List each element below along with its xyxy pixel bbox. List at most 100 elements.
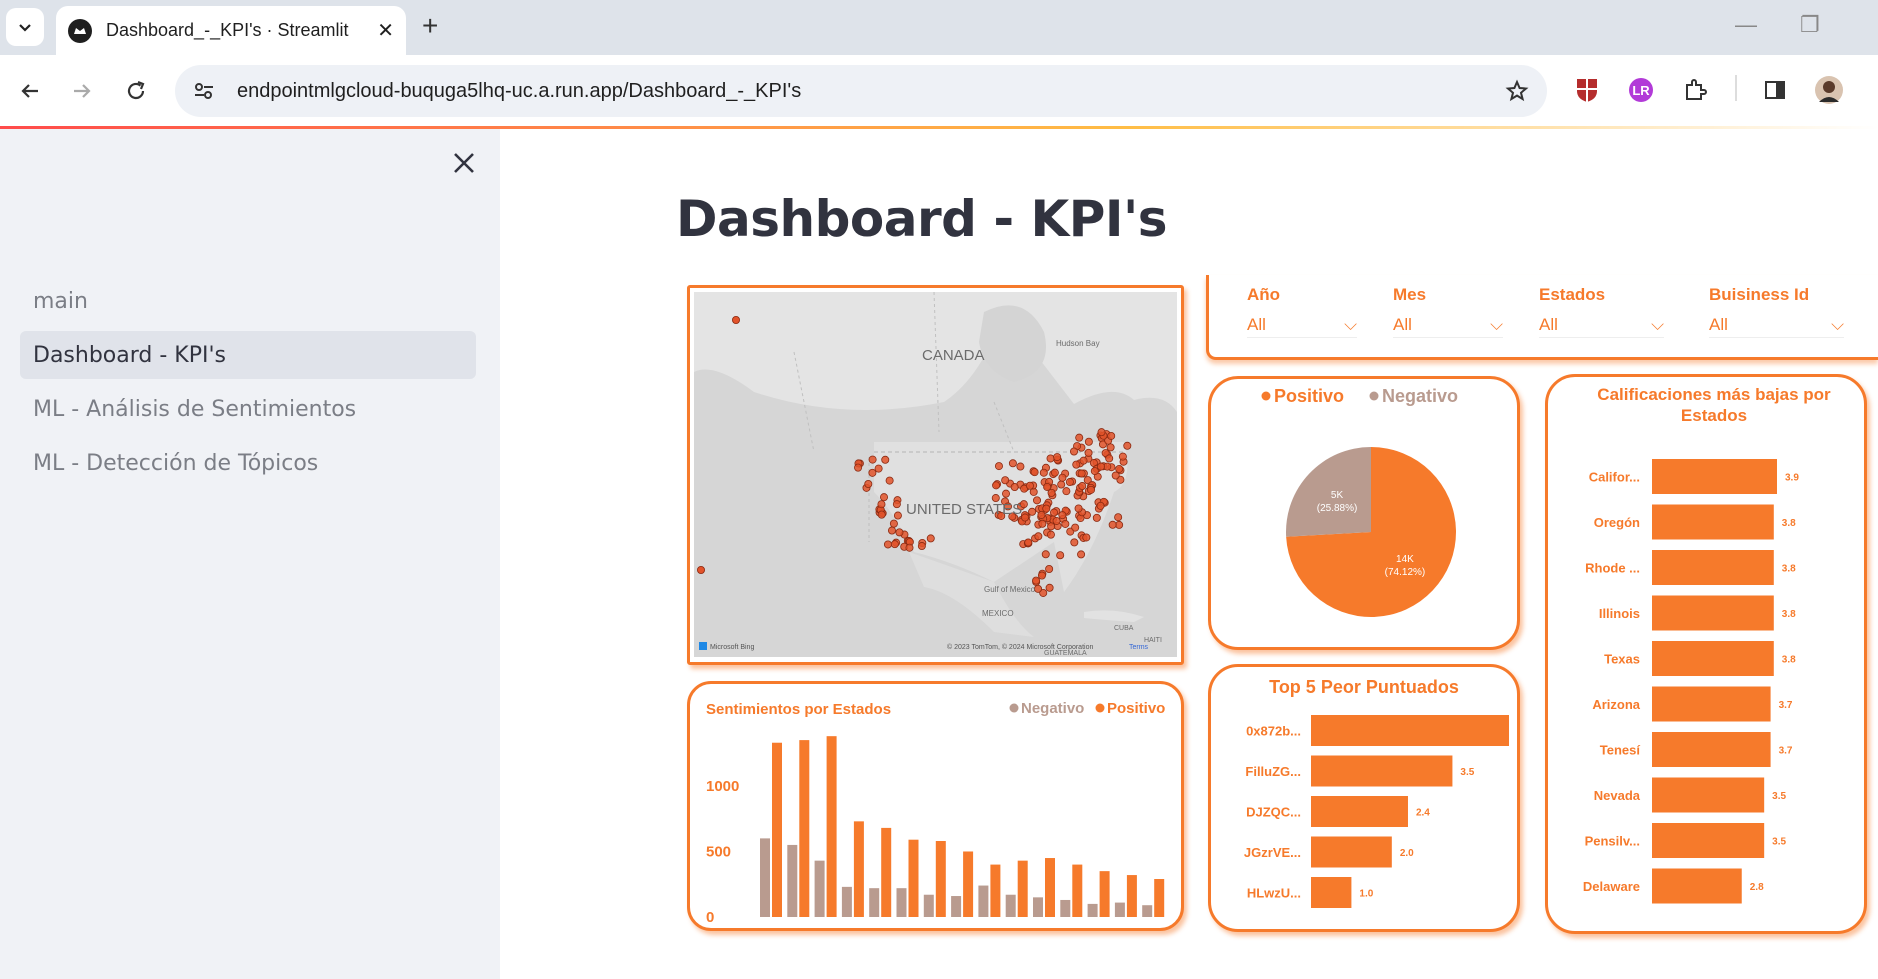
map-point[interactable] — [1070, 447, 1079, 456]
map-point[interactable] — [1045, 565, 1054, 574]
map-point[interactable] — [1030, 468, 1039, 477]
bar-positive[interactable] — [826, 736, 837, 917]
restore-icon[interactable]: ❐ — [1800, 12, 1820, 38]
top5-worst-chart[interactable]: Top 5 Peor Puntuados 0x872b... FilluZG...… — [1211, 667, 1517, 929]
tab-search-button[interactable] — [6, 8, 44, 46]
map-point[interactable] — [1034, 532, 1043, 541]
bar-negative[interactable] — [787, 844, 798, 917]
bar[interactable] — [1311, 796, 1408, 827]
bar-positive[interactable] — [935, 841, 946, 917]
state-select[interactable]: All ⌵ — [1539, 315, 1664, 338]
map-point[interactable] — [1108, 520, 1117, 529]
bar-positive[interactable] — [963, 851, 974, 917]
profile-avatar[interactable] — [1814, 75, 1844, 105]
bar[interactable] — [1311, 755, 1453, 787]
map-point[interactable] — [1041, 550, 1050, 559]
map-point[interactable] — [885, 476, 894, 485]
map-point[interactable] — [1078, 482, 1087, 491]
map-point[interactable] — [877, 500, 886, 509]
map-point[interactable] — [889, 519, 898, 528]
map-point[interactable] — [1033, 496, 1042, 505]
map-point[interactable] — [1105, 454, 1114, 463]
map-point[interactable] — [1028, 507, 1037, 516]
bar-negative[interactable] — [1114, 902, 1125, 917]
bar-positive[interactable] — [1072, 864, 1083, 917]
bar-positive[interactable] — [908, 839, 919, 917]
map-point[interactable] — [1071, 523, 1080, 532]
bar-negative[interactable] — [760, 838, 770, 917]
map-point[interactable] — [1107, 431, 1116, 440]
map-point[interactable] — [890, 540, 899, 549]
map-point[interactable] — [905, 543, 914, 552]
bar[interactable] — [1652, 823, 1765, 858]
bar-negative[interactable] — [1087, 903, 1098, 917]
map-point[interactable] — [1077, 550, 1086, 559]
map-point[interactable] — [1114, 513, 1123, 522]
bar-negative[interactable] — [978, 885, 989, 917]
map-point[interactable] — [864, 479, 873, 488]
bar-negative[interactable] — [1005, 894, 1016, 917]
bar[interactable] — [1652, 504, 1774, 540]
map-point[interactable] — [1046, 530, 1055, 539]
extension-shield-icon[interactable] — [1572, 75, 1602, 105]
map-point[interactable] — [1046, 454, 1055, 463]
back-button[interactable] — [12, 73, 48, 109]
bar-positive[interactable] — [990, 864, 1001, 917]
map-point[interactable] — [917, 542, 926, 551]
map-point[interactable] — [883, 540, 892, 549]
forward-button[interactable] — [64, 73, 100, 109]
year-select[interactable]: All ⌵ — [1247, 315, 1357, 338]
bar-positive[interactable] — [1126, 875, 1137, 917]
bar[interactable] — [1652, 641, 1774, 676]
map-point[interactable] — [1118, 452, 1127, 461]
map-point[interactable] — [880, 493, 889, 502]
minimize-icon[interactable]: — — [1735, 12, 1757, 38]
map-point[interactable] — [1075, 433, 1084, 442]
map-point[interactable] — [1038, 519, 1047, 528]
bar-negative[interactable] — [814, 860, 825, 917]
map-point[interactable] — [1008, 459, 1017, 468]
map-point[interactable] — [1053, 453, 1062, 462]
bar-negative[interactable] — [1060, 899, 1071, 917]
map-point[interactable] — [1032, 576, 1041, 585]
map-visual[interactable]: CANADA Hudson Bay UNITED STATES Gulf of … — [694, 292, 1177, 657]
map-point[interactable] — [1056, 551, 1065, 560]
bar[interactable] — [1652, 868, 1742, 904]
bar-positive[interactable] — [772, 742, 782, 917]
bar-positive[interactable] — [1017, 860, 1028, 917]
map-point[interactable] — [874, 464, 883, 473]
map-point[interactable] — [1047, 488, 1056, 497]
map-point[interactable] — [1082, 533, 1091, 542]
map-point[interactable] — [893, 511, 902, 520]
map-point[interactable] — [1050, 508, 1059, 517]
bar[interactable] — [1652, 550, 1774, 585]
bar[interactable] — [1652, 777, 1765, 813]
map-point[interactable] — [1092, 513, 1101, 522]
map-point[interactable] — [1062, 487, 1071, 496]
map-point[interactable] — [1016, 462, 1025, 471]
map-point[interactable] — [854, 463, 863, 472]
map-point[interactable] — [1057, 480, 1066, 489]
map-point[interactable] — [732, 315, 741, 324]
sentiment-by-state-chart[interactable]: Sentimientos por Estados Negativo Positi… — [690, 684, 1181, 928]
side-panel-icon[interactable] — [1760, 75, 1790, 105]
map-point[interactable] — [1065, 478, 1074, 487]
bar[interactable] — [1652, 686, 1771, 722]
extensions-puzzle-icon[interactable] — [1680, 75, 1710, 105]
sentiment-pie-chart[interactable]: Positivo Negativo 14K (74.12%) 5K (25.88… — [1211, 379, 1517, 647]
map-point[interactable] — [1079, 456, 1088, 465]
map-point[interactable] — [1045, 583, 1054, 592]
map-point[interactable] — [1115, 464, 1124, 473]
map-point[interactable] — [1058, 473, 1067, 482]
map-point[interactable] — [1077, 469, 1086, 478]
map-point[interactable] — [1061, 519, 1070, 528]
extension-lr-icon[interactable]: LR — [1626, 75, 1656, 105]
bar-negative[interactable] — [951, 896, 962, 917]
map-terms-link[interactable]: Terms — [1129, 644, 1149, 651]
map-point[interactable] — [1097, 428, 1106, 437]
map-point[interactable] — [1058, 511, 1067, 520]
sidebar-item-dashboard[interactable]: Dashboard - KPI's — [20, 331, 476, 379]
map-point[interactable] — [1042, 504, 1051, 513]
map-point[interactable] — [895, 528, 904, 537]
pie-slice-negative[interactable] — [1286, 447, 1371, 537]
